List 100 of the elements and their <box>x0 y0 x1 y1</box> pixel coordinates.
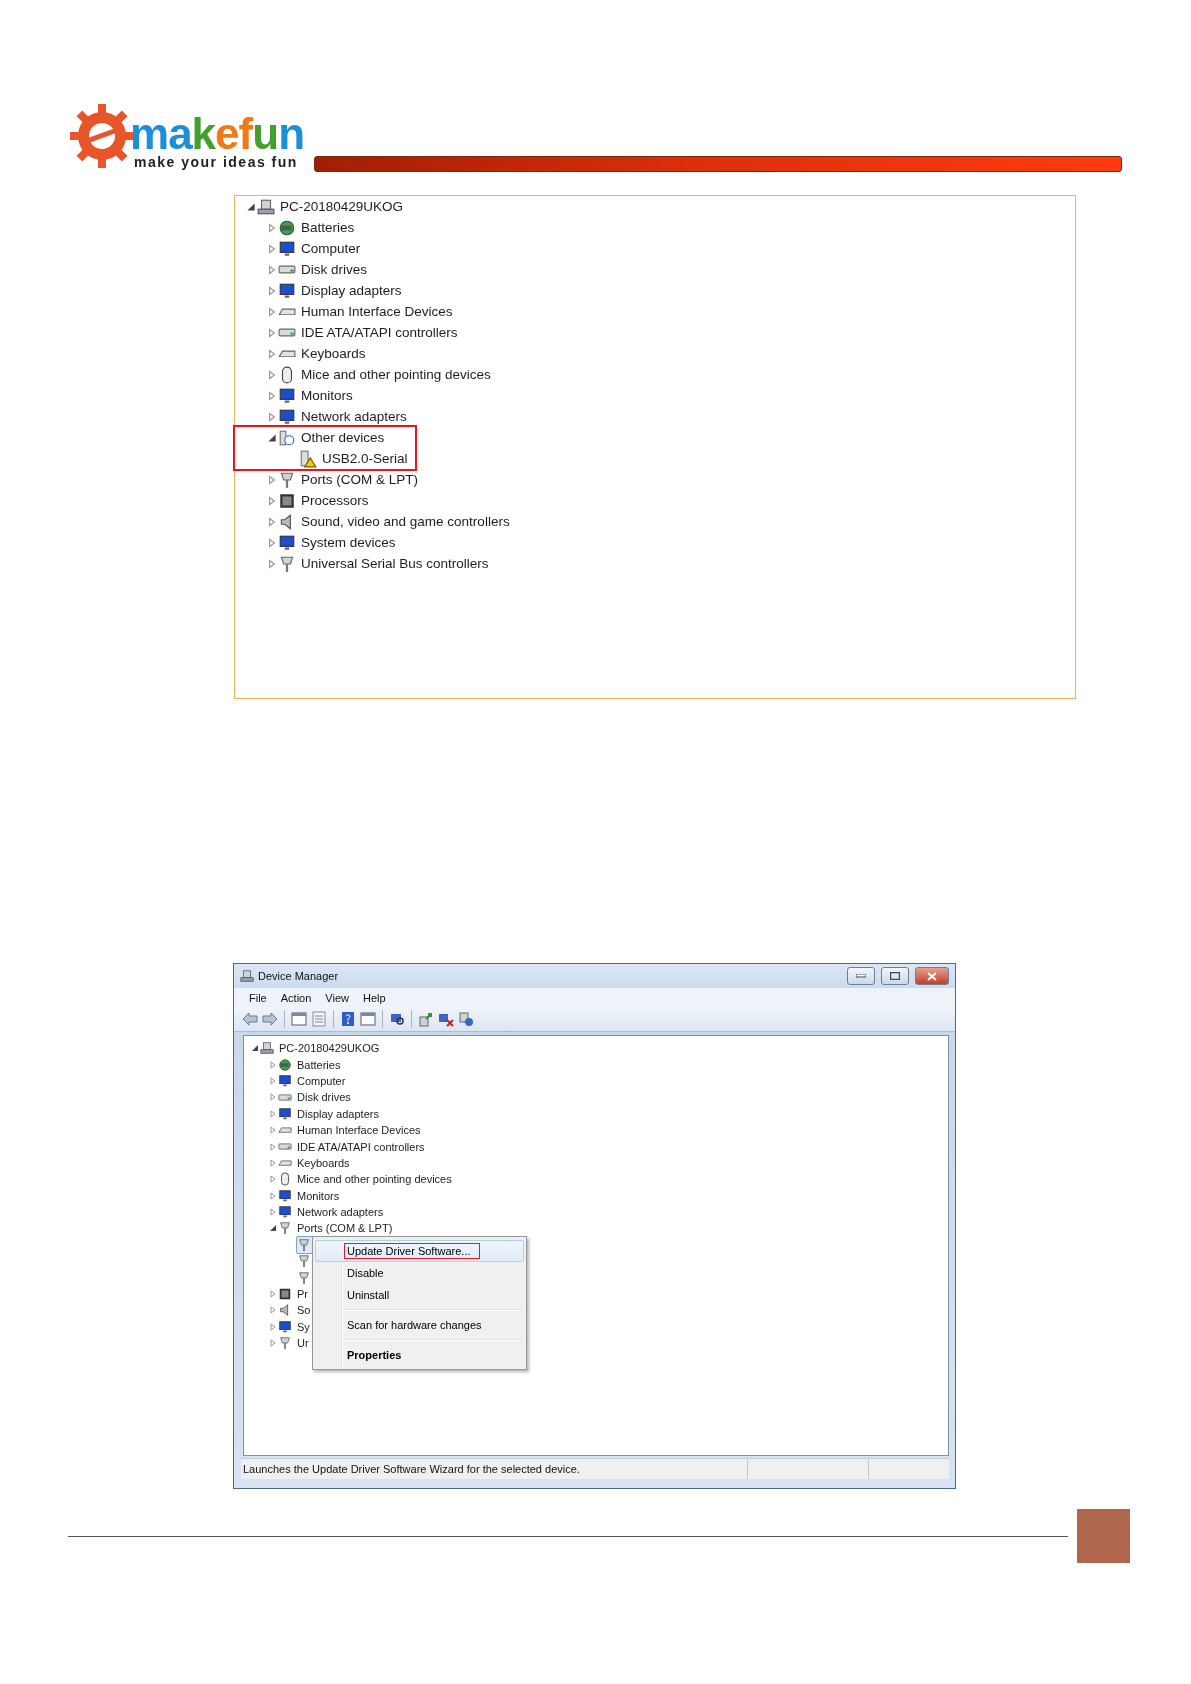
menu-item[interactable]: View <box>318 991 356 1004</box>
expand-arrow-icon[interactable] <box>266 515 278 528</box>
tree-item[interactable]: Display adapters <box>299 283 404 298</box>
expand-arrow-icon[interactable] <box>268 1174 278 1185</box>
tree-item[interactable]: Computer <box>299 241 363 256</box>
collapse-arrow-icon[interactable] <box>250 1043 260 1054</box>
tree-item[interactable]: Mice and other pointing devices <box>295 1173 454 1186</box>
expand-arrow-icon[interactable] <box>268 1190 278 1201</box>
expand-arrow-icon[interactable] <box>266 557 278 570</box>
tree-item[interactable]: IDE ATA/ATAPI controllers <box>299 325 460 340</box>
expand-arrow-icon[interactable] <box>266 473 278 486</box>
expand-arrow-icon[interactable] <box>268 1075 278 1086</box>
context-menu-item[interactable]: Uninstall <box>315 1284 524 1306</box>
tree-item[interactable]: Processors <box>299 493 371 508</box>
update-icon[interactable] <box>418 1011 434 1027</box>
back-icon[interactable] <box>242 1011 258 1027</box>
monitor-icon <box>278 239 296 258</box>
expand-arrow-icon[interactable] <box>268 1338 278 1349</box>
tree-item[interactable]: Other devices <box>299 430 387 445</box>
tree-item[interactable]: IDE ATA/ATAPI controllers <box>295 1140 427 1153</box>
expand-arrow-icon[interactable] <box>268 1305 278 1316</box>
close-button[interactable] <box>915 967 949 985</box>
context-menu-item[interactable]: Disable <box>315 1262 524 1284</box>
tree-item[interactable]: Sy <box>295 1320 312 1333</box>
tree-item[interactable]: Keyboards <box>295 1156 352 1169</box>
menu-item[interactable]: Help <box>355 991 393 1004</box>
tree-item[interactable]: Mice and other pointing devices <box>299 367 493 382</box>
collapse-arrow-icon[interactable] <box>245 200 257 213</box>
expand-arrow-icon[interactable] <box>268 1207 278 1218</box>
window-icon[interactable] <box>291 1011 307 1027</box>
tree-item[interactable]: Monitors <box>299 388 355 403</box>
tree-item[interactable]: Batteries <box>295 1058 343 1071</box>
tree-item[interactable]: Ports (COM & LPT) <box>295 1222 395 1235</box>
tree-item[interactable]: Computer <box>295 1074 348 1087</box>
menu-item-label: Uninstall <box>346 1288 391 1303</box>
expand-arrow-icon[interactable] <box>268 1289 278 1300</box>
question-device-icon <box>278 428 296 447</box>
tree-item[interactable]: Network adapters <box>295 1206 386 1219</box>
expand-arrow-icon[interactable] <box>266 326 278 339</box>
help-icon[interactable] <box>340 1011 356 1027</box>
scan-icon[interactable] <box>389 1011 405 1027</box>
expand-arrow-icon[interactable] <box>266 221 278 234</box>
tree-item[interactable]: Disk drives <box>299 262 369 277</box>
tree-item[interactable]: Disk drives <box>295 1091 353 1104</box>
connector-icon <box>278 1336 292 1351</box>
expand-arrow-icon[interactable] <box>266 389 278 402</box>
tree-item[interactable]: Ur <box>295 1337 311 1350</box>
connector-icon <box>278 554 296 573</box>
context-menu-item[interactable]: Update Driver Software... <box>315 1240 524 1262</box>
tree-item[interactable]: Keyboards <box>299 346 368 361</box>
window-title: Device Manager <box>258 970 340 982</box>
connector-icon <box>297 1254 311 1269</box>
tree-item[interactable]: So <box>295 1304 313 1317</box>
expand-arrow-icon[interactable] <box>266 536 278 549</box>
tree-item[interactable]: Sound, video and game controllers <box>299 514 512 529</box>
context-menu-item[interactable]: Properties <box>315 1344 524 1366</box>
tree-item[interactable]: Human Interface Devices <box>299 304 455 319</box>
tree-item[interactable]: Network adapters <box>299 409 409 424</box>
expand-arrow-icon[interactable] <box>268 1321 278 1332</box>
connector-icon <box>278 470 296 489</box>
expand-arrow-icon[interactable] <box>266 263 278 276</box>
expand-arrow-icon[interactable] <box>266 347 278 360</box>
tree-item[interactable]: Batteries <box>299 220 357 235</box>
tree-item[interactable]: System devices <box>299 535 398 550</box>
expand-arrow-icon[interactable] <box>268 1141 278 1152</box>
tree-item[interactable]: Display adapters <box>295 1107 381 1120</box>
warning-device-icon <box>299 449 317 468</box>
tree-item[interactable]: Ports (COM & LPT) <box>299 472 420 487</box>
scan-hardware-icon[interactable] <box>458 1011 474 1027</box>
expand-arrow-icon[interactable] <box>268 1108 278 1119</box>
uninstall-icon[interactable] <box>438 1011 454 1027</box>
expand-arrow-icon[interactable] <box>268 1092 278 1103</box>
maximize-button[interactable] <box>881 967 909 985</box>
expand-arrow-icon[interactable] <box>268 1157 278 1168</box>
menu-item[interactable]: Action <box>273 991 319 1004</box>
list-icon[interactable] <box>311 1011 327 1027</box>
collapse-arrow-icon[interactable] <box>268 1223 278 1234</box>
minimize-button[interactable] <box>847 967 875 985</box>
tree-item[interactable]: PC-20180429UKOG <box>278 199 406 214</box>
forward-icon[interactable] <box>262 1011 278 1027</box>
expand-arrow-icon[interactable] <box>266 410 278 423</box>
window-icon[interactable] <box>360 1011 376 1027</box>
computer-icon <box>260 1041 274 1056</box>
context-menu-item[interactable]: Scan for hardware changes <box>315 1314 524 1336</box>
battery-icon <box>278 1057 292 1072</box>
menu-item[interactable]: File <box>242 991 274 1004</box>
expand-arrow-icon[interactable] <box>268 1125 278 1136</box>
expand-arrow-icon[interactable] <box>266 368 278 381</box>
tree-item[interactable]: Human Interface Devices <box>295 1124 423 1137</box>
collapse-arrow-icon[interactable] <box>266 431 278 444</box>
tree-item[interactable]: Pr <box>295 1288 310 1301</box>
expand-arrow-icon[interactable] <box>266 284 278 297</box>
tree-item[interactable]: PC-20180429UKOG <box>277 1042 382 1055</box>
tree-item[interactable]: Universal Serial Bus controllers <box>299 556 491 571</box>
expand-arrow-icon[interactable] <box>268 1059 278 1070</box>
tree-item[interactable]: USB2.0-Serial <box>320 451 410 466</box>
expand-arrow-icon[interactable] <box>266 494 278 507</box>
expand-arrow-icon[interactable] <box>266 242 278 255</box>
expand-arrow-icon[interactable] <box>266 305 278 318</box>
tree-item[interactable]: Monitors <box>295 1189 342 1202</box>
